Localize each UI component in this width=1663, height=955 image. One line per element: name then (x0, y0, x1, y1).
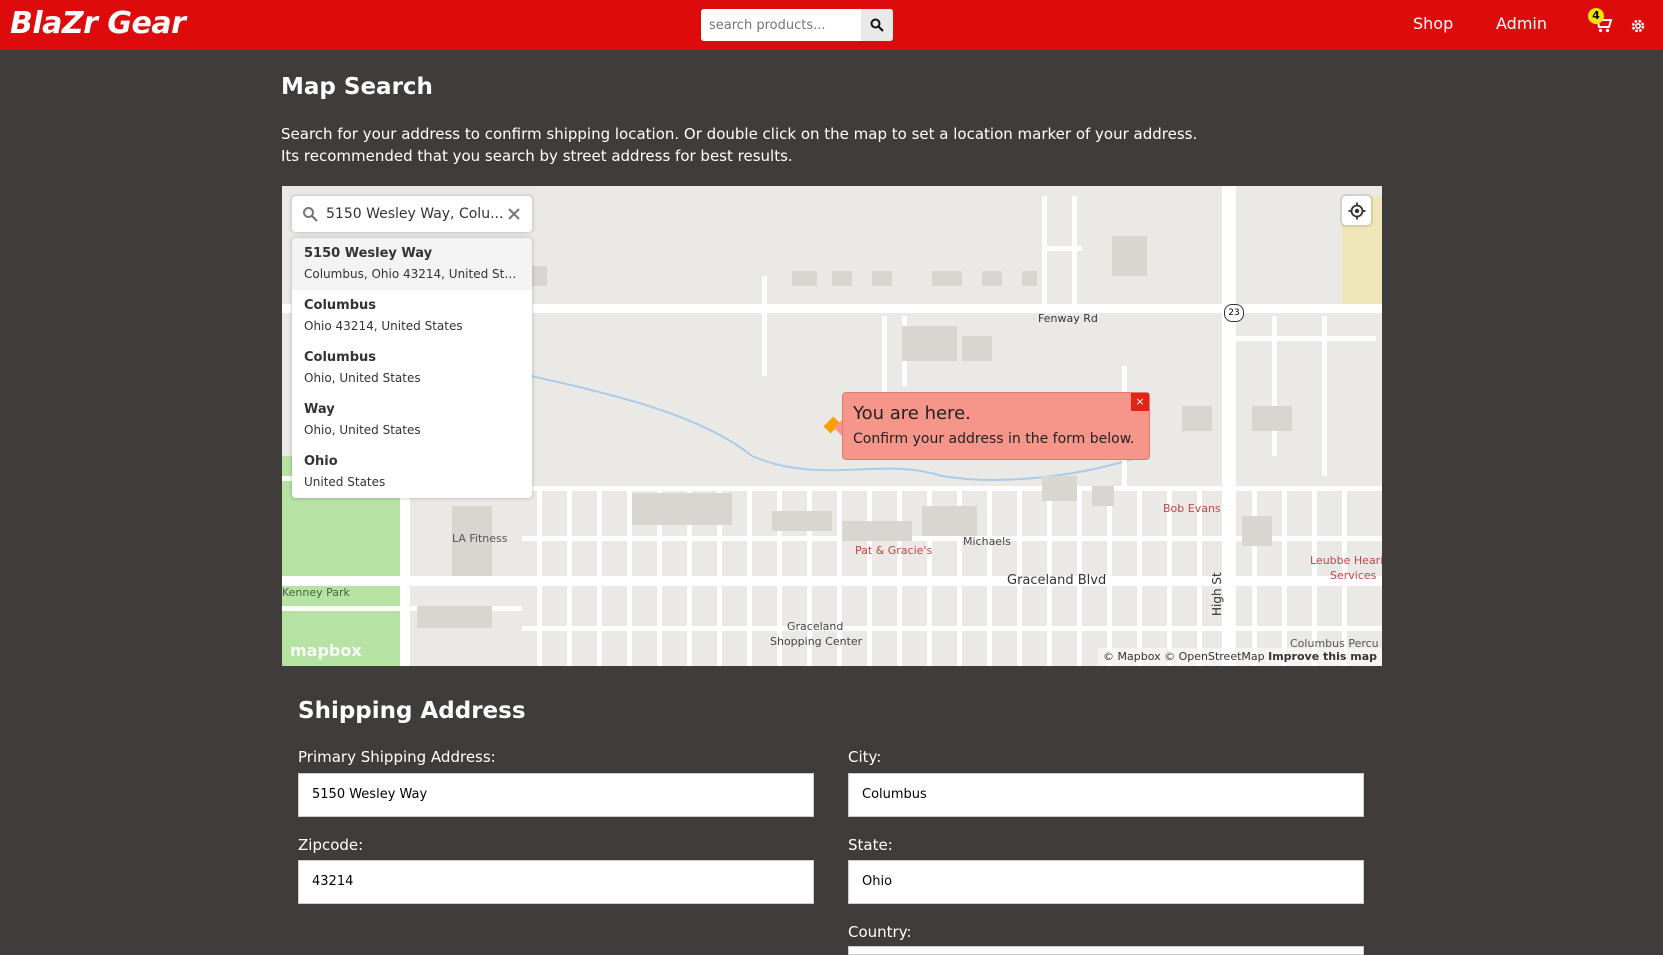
search-icon (870, 18, 884, 32)
geolocate-button[interactable] (1342, 196, 1371, 225)
map-label-michaels: Michaels (963, 535, 1011, 548)
gear-icon[interactable] (1629, 17, 1647, 35)
suggestion-title: Ohio (304, 454, 338, 469)
map-label-graceland-blvd: Graceland Blvd (1007, 573, 1107, 588)
popup-close-button[interactable]: × (1131, 393, 1149, 411)
country-label: Country: (848, 923, 912, 941)
suggestion-subtitle: Ohio 43214, United States (304, 319, 463, 333)
product-search (701, 9, 893, 41)
suggestion-item[interactable]: 5150 Wesley Way Columbus, Ohio 43214, Un… (292, 238, 532, 290)
suggestion-subtitle: Ohio, United States (304, 423, 421, 437)
popup-subtitle: Confirm your address in the form below. (853, 431, 1135, 447)
suggestion-item[interactable]: Columbus Ohio, United States (292, 342, 532, 394)
suggestion-title: Way (304, 402, 335, 417)
map-label-kenney-park: Kenney Park (282, 586, 350, 599)
zipcode-field[interactable]: 43214 (298, 860, 814, 904)
state-field[interactable]: Ohio (848, 860, 1364, 904)
attribution-text[interactable]: © Mapbox © OpenStreetMap (1103, 650, 1265, 663)
search-button[interactable] (861, 9, 893, 41)
address-field[interactable]: 5150 Wesley Way (298, 773, 814, 817)
top-navbar: BlaZr Gear Shop Admin 4 (0, 0, 1663, 50)
product-search-input[interactable] (701, 9, 861, 41)
state-label: State: (848, 836, 893, 854)
map-canvas[interactable]: Fenway Rd 23 Graceland Blvd High St LA F… (282, 186, 1382, 666)
mapbox-logo[interactable]: mapbox (290, 641, 362, 660)
brand-logo[interactable]: BlaZr Gear (10, 6, 186, 41)
zipcode-label: Zipcode: (298, 836, 364, 854)
suggestion-subtitle: United States (304, 475, 386, 489)
map-label-high-st: High St (1210, 572, 1224, 616)
map-attribution: © Mapbox © OpenStreetMap Improve this ma… (1098, 648, 1382, 666)
map-geocoder: 5150 Wesley Way, Colu... (292, 196, 532, 232)
country-field[interactable] (848, 946, 1364, 955)
popup-title: You are here. (853, 403, 971, 424)
description-line-2: Its recommended that you search by stree… (281, 147, 793, 165)
city-field[interactable]: Columbus (848, 773, 1364, 817)
map-label-fenway-rd: Fenway Rd (1038, 312, 1098, 325)
map-label-bob-evans: Bob Evans (1163, 502, 1221, 515)
close-icon[interactable] (504, 204, 524, 224)
suggestion-subtitle: Ohio, United States (304, 371, 421, 385)
nav-link-shop[interactable]: Shop (1413, 14, 1453, 33)
crosshair-icon (1348, 202, 1365, 219)
address-label: Primary Shipping Address: (298, 748, 496, 766)
geocoder-suggestions: 5150 Wesley Way Columbus, Ohio 43214, Un… (292, 238, 532, 498)
suggestion-item[interactable]: Columbus Ohio 43214, United States (292, 290, 532, 342)
suggestion-item[interactable]: Way Ohio, United States (292, 394, 532, 446)
improve-map-link[interactable]: Improve this map (1268, 650, 1377, 663)
page-description: Search for your address to confirm shipp… (281, 123, 1197, 167)
suggestion-item[interactable]: Ohio United States (292, 446, 532, 498)
map-label-la-fitness: LA Fitness (452, 532, 508, 545)
city-label: City: (848, 748, 882, 766)
suggestion-title: 5150 Wesley Way (304, 246, 433, 261)
shipping-section-title: Shipping Address (298, 698, 526, 724)
map-label-leubbe-1: Leubbe Hearin (1310, 554, 1382, 567)
description-line-1: Search for your address to confirm shipp… (281, 125, 1198, 143)
map-label-pat-gracies: Pat & Gracie's (855, 544, 933, 557)
map-label-graceland-1: Graceland (787, 620, 844, 633)
suggestion-subtitle: Columbus, Ohio 43214, United Sta... (304, 267, 520, 281)
suggestion-title: Columbus (304, 298, 377, 313)
route-23-shield: 23 (1224, 304, 1244, 322)
page-title: Map Search (281, 74, 433, 100)
location-popup: You are here. Confirm your address in th… (842, 392, 1150, 460)
map-label-leubbe-2: Services (1330, 569, 1377, 582)
geocoder-input[interactable]: 5150 Wesley Way, Colu... (326, 196, 504, 232)
suggestion-title: Columbus (304, 350, 377, 365)
nav-link-admin[interactable]: Admin (1496, 14, 1547, 33)
search-icon (303, 207, 318, 222)
map-label-graceland-2: Shopping Center (770, 635, 863, 648)
cart-count-badge: 4 (1588, 8, 1604, 24)
